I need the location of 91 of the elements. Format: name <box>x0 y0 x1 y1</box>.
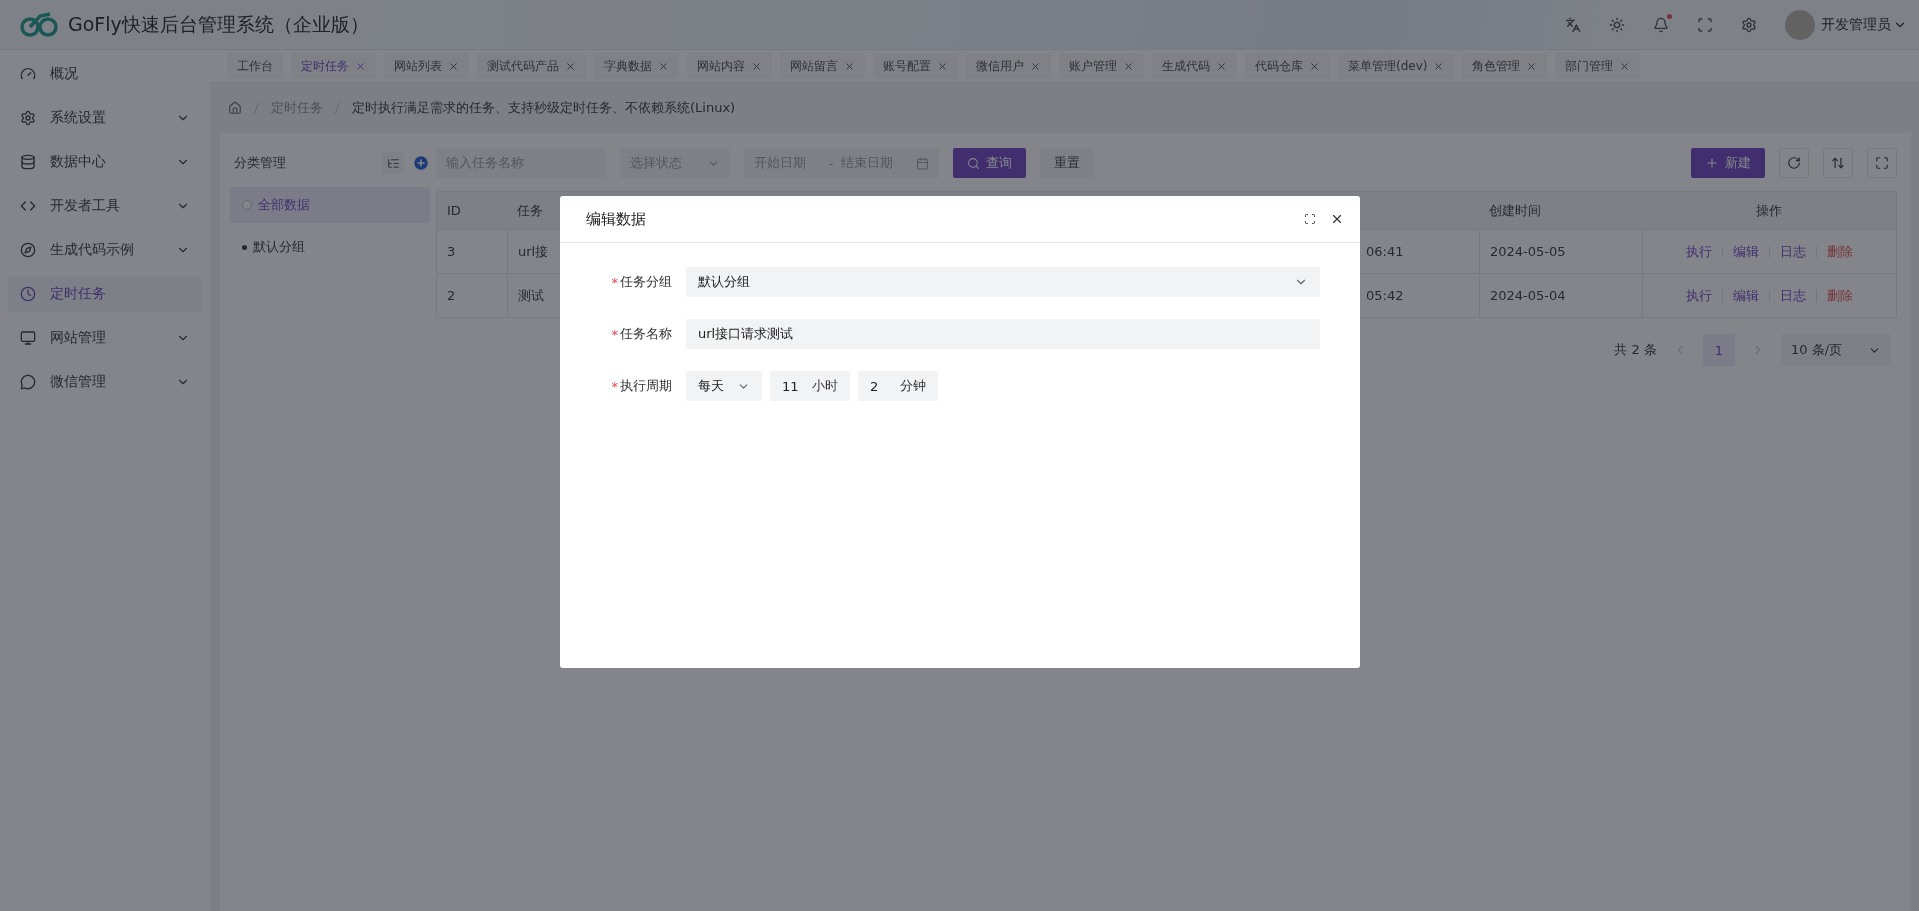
refresh-button[interactable] <box>1779 148 1809 178</box>
menu-icon <box>20 242 36 258</box>
action-link[interactable]: 日志 <box>1780 242 1806 261</box>
sidebar-item[interactable]: 开发者工具 <box>8 188 202 224</box>
column-header: 创建时间 <box>1479 192 1642 230</box>
field-label: 执行周期 <box>620 377 672 395</box>
row-height-button[interactable] <box>1823 148 1853 178</box>
add-icon[interactable] <box>412 154 430 172</box>
category-item[interactable]: 全部数据 <box>230 187 430 223</box>
table-cell: 2024-05-05 <box>1479 230 1642 274</box>
action-link[interactable]: 日志 <box>1780 286 1806 305</box>
column-header: ID <box>437 192 507 230</box>
action-link[interactable]: 执行 <box>1686 242 1712 261</box>
menu-icon <box>20 374 36 390</box>
tab[interactable]: 菜单管理(dev) <box>1338 53 1455 79</box>
dialog-title: 编辑数据 <box>586 209 647 229</box>
tab[interactable]: 测试代码产品 <box>477 53 586 79</box>
minute-input-field[interactable]: 2 分钟 <box>858 371 938 401</box>
action-link[interactable]: 删除 <box>1827 286 1853 305</box>
menu-icon <box>20 330 36 346</box>
fullscreen-button[interactable] <box>1867 148 1897 178</box>
action-link[interactable]: 执行 <box>1686 286 1712 305</box>
reset-button[interactable]: 重置 <box>1040 148 1094 178</box>
tab[interactable]: 微信用户 <box>966 53 1051 79</box>
fullscreen-icon[interactable] <box>1304 213 1316 225</box>
app-title: GoFly快速后台管理系统（企业版） <box>68 11 369 37</box>
menu-icon <box>20 198 36 214</box>
column-header: 操作 <box>1642 192 1896 230</box>
group-select[interactable]: 默认分组 <box>686 267 1320 297</box>
menu-icon <box>20 66 36 82</box>
sidebar-item[interactable]: 概况 <box>8 56 202 92</box>
panel-title: 分类管理 <box>234 154 287 172</box>
close-icon[interactable] <box>1330 212 1344 226</box>
table-cell: 3 <box>437 230 507 274</box>
tab[interactable]: 定时任务 <box>291 53 376 79</box>
search-icon <box>967 156 980 170</box>
settings-icon[interactable] <box>1741 16 1757 33</box>
action-link[interactable]: 编辑 <box>1733 286 1759 305</box>
create-button[interactable]: 新建 <box>1691 148 1765 178</box>
logo-icon <box>20 11 58 38</box>
sidebar-item[interactable]: 网站管理 <box>8 320 202 356</box>
breadcrumb-item: 定时执行满足需求的任务、支持秒级定时任务、不依赖系统(Linux) <box>352 99 736 117</box>
tab[interactable]: 网站列表 <box>384 53 469 79</box>
sort-arrows-icon <box>1831 156 1845 170</box>
page-size-select[interactable]: 10 条/页 <box>1781 334 1891 366</box>
translate-icon[interactable] <box>1565 16 1581 33</box>
tab[interactable]: 工作台 <box>227 53 283 79</box>
tab[interactable]: 生成代码 <box>1152 53 1237 79</box>
field-label: 任务名称 <box>620 325 672 343</box>
menu-icon <box>20 110 36 126</box>
tab[interactable]: 网站留言 <box>780 53 865 79</box>
search-button[interactable]: 查询 <box>953 148 1026 178</box>
tab[interactable]: 账户管理 <box>1059 53 1144 79</box>
tab[interactable]: 代码仓库 <box>1245 53 1330 79</box>
list-icon <box>386 156 400 170</box>
tab[interactable]: 角色管理 <box>1462 53 1548 79</box>
period-select[interactable]: 每天 <box>686 371 762 401</box>
hour-input-field[interactable]: 11 小时 <box>770 371 850 401</box>
total-count: 共 2 条 <box>1614 341 1657 359</box>
sidebar-item[interactable]: 定时任务 <box>8 276 202 312</box>
table-cell: 2 <box>437 274 507 318</box>
field-label: 任务分组 <box>620 273 672 291</box>
required-mark: * <box>611 378 618 394</box>
menu-icon <box>20 286 36 302</box>
tab[interactable]: 部门管理 <box>1555 53 1641 79</box>
notification-icon[interactable] <box>1653 16 1669 33</box>
sidebar-item[interactable]: 生成代码示例 <box>8 232 202 268</box>
tab[interactable]: 账号配置 <box>873 53 958 79</box>
sidebar-item[interactable]: 数据中心 <box>8 144 202 180</box>
table-cell: 2024-05-04 <box>1479 274 1642 318</box>
fullscreen-icon <box>1875 156 1889 170</box>
required-mark: * <box>611 274 618 290</box>
range-separator: - <box>828 155 834 171</box>
menu-icon <box>20 154 36 170</box>
category-item[interactable]: 默认分组 <box>230 229 430 265</box>
user-menu[interactable]: 开发管理员 <box>1821 15 1907 34</box>
home-icon[interactable] <box>228 101 242 115</box>
tab[interactable]: 字典数据 <box>594 53 679 79</box>
sidebar-item[interactable]: 微信管理 <box>8 364 202 400</box>
action-link[interactable]: 删除 <box>1827 242 1853 261</box>
calendar-icon <box>916 156 929 170</box>
action-link[interactable]: 编辑 <box>1733 242 1759 261</box>
tab[interactable]: 网站内容 <box>687 53 772 79</box>
refresh-icon <box>1787 156 1801 170</box>
page-button[interactable]: 1 <box>1703 334 1735 366</box>
sun-icon[interactable] <box>1609 16 1625 33</box>
name-input-field[interactable]: url接口请求测试 <box>686 319 1320 349</box>
sidebar-item[interactable]: 系统设置 <box>8 100 202 136</box>
collapse-button[interactable] <box>382 152 404 174</box>
plus-icon <box>1705 156 1719 170</box>
required-mark: * <box>611 326 618 342</box>
